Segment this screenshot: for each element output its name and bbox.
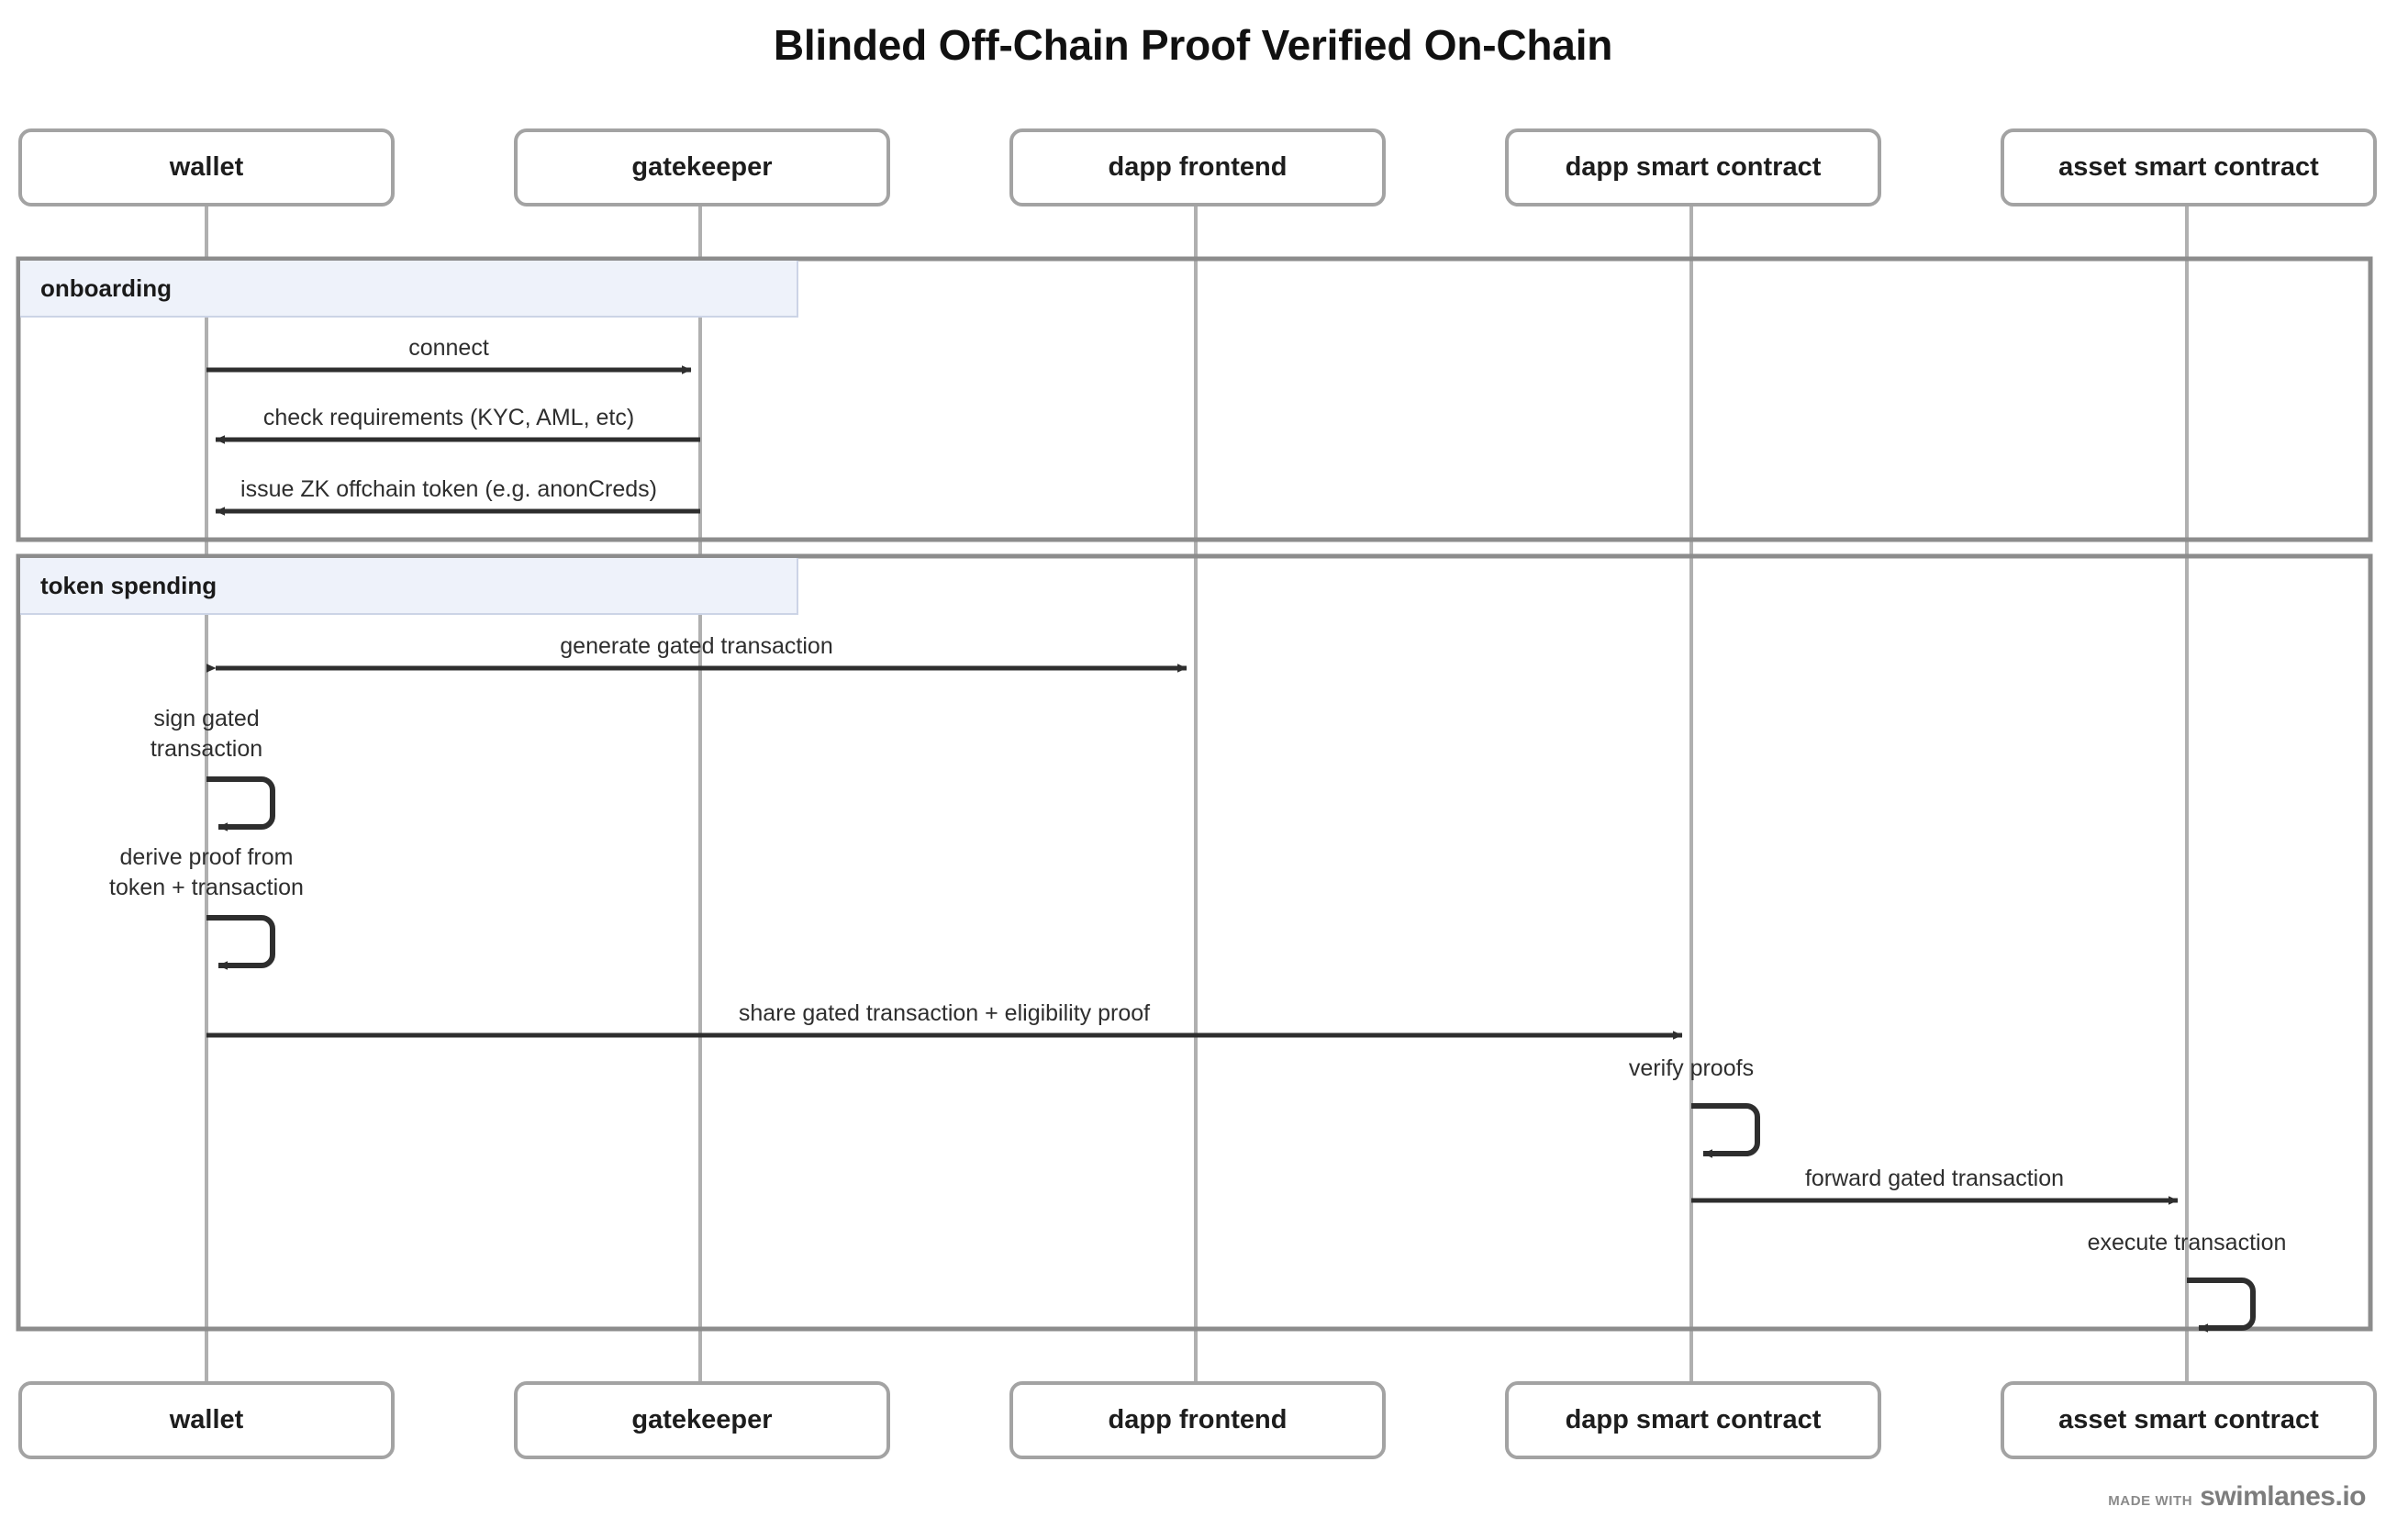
message-label-derive-proof-line2: token + transaction [109, 875, 304, 900]
participant-wallet-bottom-label: wallet [169, 1405, 244, 1434]
arrow-sign-gated-transaction [206, 776, 275, 831]
participant-dapp-frontend-bottom[interactable]: dapp frontend [1009, 1381, 1386, 1459]
message-label-execute-transaction: execute transaction [2087, 1230, 2287, 1255]
message-label-sign-gated-transaction: sign gated transaction [23, 704, 390, 764]
participant-dapp-smart-contract-bottom[interactable]: dapp smart contract [1505, 1381, 1881, 1459]
arrow-derive-proof [206, 915, 275, 970]
message-label-forward-gated-transaction: forward gated transaction [1804, 1166, 2065, 1191]
fragment-label-token-spending: token spending [20, 558, 798, 615]
footer-credit[interactable]: MADE WITH swimlanes.io [2108, 1481, 2366, 1512]
message-label-derive-proof-line1: derive proof from [119, 844, 294, 870]
participant-gatekeeper-top-label: gatekeeper [631, 152, 773, 182]
footer-brand-label: swimlanes.io [2200, 1481, 2366, 1512]
participant-dapp-smart-contract-top[interactable]: dapp smart contract [1505, 128, 1881, 206]
message-label-sign-gated-transaction-line2: transaction [150, 736, 263, 762]
participant-wallet-bottom[interactable]: wallet [18, 1381, 395, 1459]
participant-gatekeeper-top[interactable]: gatekeeper [514, 128, 890, 206]
participant-dapp-smart-contract-top-label: dapp smart contract [1565, 152, 1822, 182]
message-label-sign-gated-transaction-line1: sign gated [153, 706, 260, 731]
participant-dapp-frontend-top[interactable]: dapp frontend [1009, 128, 1386, 206]
participant-asset-smart-contract-top-label: asset smart contract [2058, 152, 2319, 182]
participant-dapp-smart-contract-bottom-label: dapp smart contract [1565, 1405, 1822, 1434]
participant-dapp-frontend-top-label: dapp frontend [1108, 152, 1288, 182]
participant-gatekeeper-bottom-label: gatekeeper [631, 1405, 773, 1434]
participant-asset-smart-contract-top[interactable]: asset smart contract [2001, 128, 2377, 206]
diagram-vector-layer [16, 206, 2373, 1381]
message-label-check-requirements: check requirements (KYC, AML, etc) [262, 405, 635, 430]
fragment-label-onboarding: onboarding [20, 261, 798, 318]
participant-wallet-top-label: wallet [169, 152, 244, 182]
message-label-connect: connect [408, 335, 489, 361]
participant-asset-smart-contract-bottom-label: asset smart contract [2058, 1405, 2319, 1434]
message-label-share-gated-transaction: share gated transaction + eligibility pr… [738, 1000, 1151, 1026]
arrow-verify-proofs [1691, 1103, 1760, 1158]
fragment-label-onboarding-text: onboarding [40, 273, 172, 302]
participant-wallet-top[interactable]: wallet [18, 128, 395, 206]
lifelines [205, 206, 2189, 1381]
participant-dapp-frontend-bottom-label: dapp frontend [1108, 1405, 1288, 1434]
footer-made-with-label: MADE WITH [2108, 1493, 2193, 1509]
arrow-execute-transaction [2187, 1278, 2256, 1333]
message-label-issue-zk-token: issue ZK offchain token (e.g. anonCreds) [240, 476, 657, 502]
fragment-label-token-spending-text: token spending [40, 571, 217, 599]
participant-gatekeeper-bottom[interactable]: gatekeeper [514, 1381, 890, 1459]
message-label-generate-gated-transaction: generate gated transaction [560, 633, 833, 659]
message-label-verify-proofs: verify proofs [1628, 1055, 1755, 1081]
message-label-derive-proof: derive proof from token + transaction [23, 843, 390, 903]
participant-asset-smart-contract-bottom[interactable]: asset smart contract [2001, 1381, 2377, 1459]
sequence-diagram-canvas: Blinded Off-Chain Proof Verified On-Chai… [0, 0, 2386, 1540]
